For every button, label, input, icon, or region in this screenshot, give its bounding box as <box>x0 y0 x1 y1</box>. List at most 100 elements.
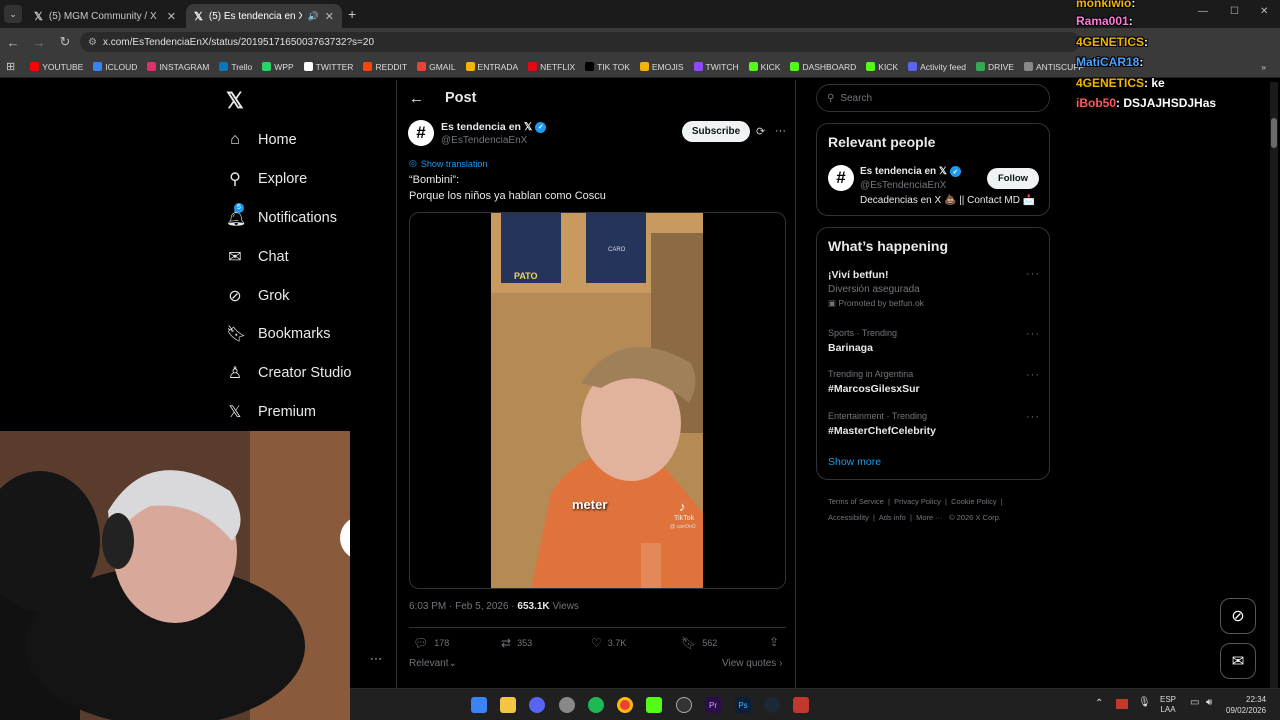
follow-button[interactable]: Follow <box>987 168 1039 189</box>
nav-item-creator-studio[interactable]: ♙ Creator Studio <box>226 361 352 385</box>
bookmark-item[interactable]: TWITCH <box>689 62 744 72</box>
more-icon[interactable]: ··· <box>1026 268 1040 280</box>
minimize-icon[interactable]: — <box>1198 6 1208 17</box>
app-icon[interactable] <box>793 697 809 713</box>
bookmark-item[interactable]: TIK TOK <box>580 62 635 72</box>
photoshop-icon[interactable]: Ps <box>735 697 751 713</box>
footer-link[interactable]: Terms of Service <box>828 497 884 506</box>
like-button[interactable]: ♡ 3.7K <box>591 636 626 650</box>
chrome-icon[interactable] <box>617 697 633 713</box>
sort-replies-dropdown[interactable]: Relevant⌄ <box>409 658 457 669</box>
trend-item[interactable]: Entertainment · Trending #MasterChefCeleb… <box>828 411 936 437</box>
kick-icon[interactable] <box>646 697 662 713</box>
file-explorer-icon[interactable] <box>500 697 516 713</box>
bookmark-item[interactable]: ENTRADA <box>461 62 524 72</box>
forward-icon[interactable]: → <box>26 29 52 55</box>
nav-item-home[interactable]: ⌂ Home <box>226 128 297 152</box>
bookmark-item[interactable]: NETFLIX <box>523 62 580 72</box>
footer-link[interactable]: Ads info <box>879 513 906 522</box>
footer-link[interactable]: More ··· <box>916 513 943 522</box>
reply-button[interactable]: 💬︎ 178 <box>413 636 449 650</box>
bookmark-item[interactable]: DRIVE <box>971 62 1019 72</box>
nav-item-chat[interactable]: ✉ Chat <box>226 245 288 269</box>
person-avatar[interactable]: # <box>828 165 854 191</box>
start-icon[interactable] <box>471 697 487 713</box>
grok-icon[interactable]: ⟳ <box>756 125 765 138</box>
tab-mgm-community[interactable]: 𝕏 (5) MGM Community / X ✕ <box>26 4 184 28</box>
nav-item-explore[interactable]: ⚲ Explore <box>226 167 307 191</box>
trend-item[interactable]: Sports · Trending Barinaga <box>828 328 897 354</box>
apps-icon[interactable]: ⊞ <box>6 60 15 73</box>
bookmark-item[interactable]: Activity feed <box>903 62 971 72</box>
bookmark-item[interactable]: YOUTUBE <box>25 62 88 72</box>
bookmark-item[interactable]: KICK <box>861 62 903 72</box>
more-icon[interactable]: ··· <box>1026 328 1040 340</box>
nav-item-bookmarks[interactable]: 🔖︎ Bookmarks <box>226 322 331 346</box>
bookmark-item[interactable]: REDDIT <box>358 62 412 72</box>
share-icon[interactable]: ⇪ <box>769 635 779 649</box>
microphone-icon[interactable]: 🎙︎ <box>1138 697 1151 708</box>
app-icon[interactable] <box>559 697 575 713</box>
speaker-icon[interactable]: 🔊 <box>308 11 319 22</box>
trend-item[interactable]: Trending in Argentina #MarcosGilesxSur <box>828 369 920 395</box>
bookmark-item[interactable]: KICK <box>744 62 786 72</box>
back-icon[interactable]: ← <box>0 29 26 55</box>
spotify-icon[interactable] <box>588 697 604 713</box>
post-timestamp[interactable]: 6:03 PM · Feb 5, 2026 · <box>409 601 515 612</box>
obs-icon[interactable] <box>676 697 692 713</box>
bookmark-item[interactable]: GMAIL <box>412 62 460 72</box>
clock[interactable]: 22:34 09/02/2026 <box>1226 694 1266 716</box>
close-icon[interactable]: ✕ <box>167 10 176 23</box>
nav-item-premium[interactable]: 𝕏 Premium <box>226 400 316 424</box>
video-player[interactable]: PATO CARO meter ♪ TikTok @ carrOoO <box>409 212 786 589</box>
bookmarks-overflow-icon[interactable]: » <box>1261 62 1266 72</box>
tray-app-icon[interactable] <box>1116 699 1128 709</box>
trend-promoted[interactable]: ¡Viví betfun! Diversión asegurada ▣ Prom… <box>828 269 924 309</box>
page-scrollbar[interactable] <box>1270 82 1278 688</box>
site-info-icon[interactable]: ⚙ <box>88 37 97 48</box>
bookmark-button[interactable]: 🔖︎ 562 <box>681 636 717 650</box>
show-translation-link[interactable]: Show translation <box>421 159 488 169</box>
grok-float-button[interactable]: ⊘ <box>1220 598 1256 634</box>
author-handle[interactable]: @EsTendenciaEnX <box>441 135 527 146</box>
address-bar[interactable]: ⚙ x.com/EsTendenciaEnX/status/2019517165… <box>80 32 1080 52</box>
more-options-icon[interactable]: ··· <box>370 651 382 665</box>
footer-link[interactable]: Accessibility <box>828 513 869 522</box>
bookmark-item[interactable]: Trello <box>214 62 257 72</box>
language-indicator[interactable]: ESP LAA <box>1160 695 1176 715</box>
messages-float-button[interactable]: ✉ <box>1220 643 1256 679</box>
discord-icon[interactable] <box>529 697 545 713</box>
close-window-icon[interactable]: ✕ <box>1260 6 1268 17</box>
premiere-icon[interactable]: Pr <box>705 697 721 713</box>
back-arrow-icon[interactable]: ← <box>409 90 424 107</box>
nav-item-notifications[interactable]: 🔔︎ 5 Notifications <box>226 203 337 230</box>
nav-item-grok[interactable]: ⊘ Grok <box>226 284 289 308</box>
bookmark-item[interactable]: EMOJIS <box>635 62 689 72</box>
bookmark-item[interactable]: TWITTER <box>299 62 359 72</box>
author-name[interactable]: Es tendencia en 𝕏 <box>441 121 532 133</box>
tray-overflow-icon[interactable]: ⌃ <box>1095 698 1103 709</box>
close-icon[interactable]: ✕ <box>325 10 334 23</box>
more-icon[interactable]: ··· <box>1026 411 1040 423</box>
tab-list-button[interactable]: ⌄ <box>4 5 22 23</box>
maximize-icon[interactable]: ☐ <box>1230 6 1239 17</box>
person-handle[interactable]: @EsTendenciaEnX <box>860 180 946 191</box>
bookmark-item[interactable]: INSTAGRAM <box>142 62 214 72</box>
reload-icon[interactable]: ↻ <box>52 29 78 55</box>
volume-icon[interactable]: 🔊︎ <box>1206 697 1212 708</box>
footer-link[interactable]: Cookie Policy <box>951 497 996 506</box>
more-icon[interactable]: ··· <box>775 125 786 137</box>
tab-es-tendencia[interactable]: 𝕏 (5) Es tendencia en X on X: 🔊 ✕ <box>186 4 342 28</box>
person-name[interactable]: Es tendencia en 𝕏 <box>860 166 947 177</box>
network-icon[interactable]: ▭ <box>1190 697 1199 708</box>
subscribe-button[interactable]: Subscribe <box>682 121 750 142</box>
view-quotes-link[interactable]: View quotes › <box>722 658 782 669</box>
footer-link[interactable]: Privacy Policy <box>894 497 941 506</box>
bookmark-item[interactable]: WPP <box>257 62 298 72</box>
new-tab-button[interactable]: + <box>348 6 356 22</box>
x-logo-icon[interactable]: 𝕏 <box>226 88 244 114</box>
search-input[interactable]: ⚲ Search <box>816 84 1050 112</box>
more-icon[interactable]: ··· <box>1026 369 1040 381</box>
bookmark-item[interactable]: ICLOUD <box>88 62 142 72</box>
author-avatar[interactable]: # <box>408 120 434 146</box>
